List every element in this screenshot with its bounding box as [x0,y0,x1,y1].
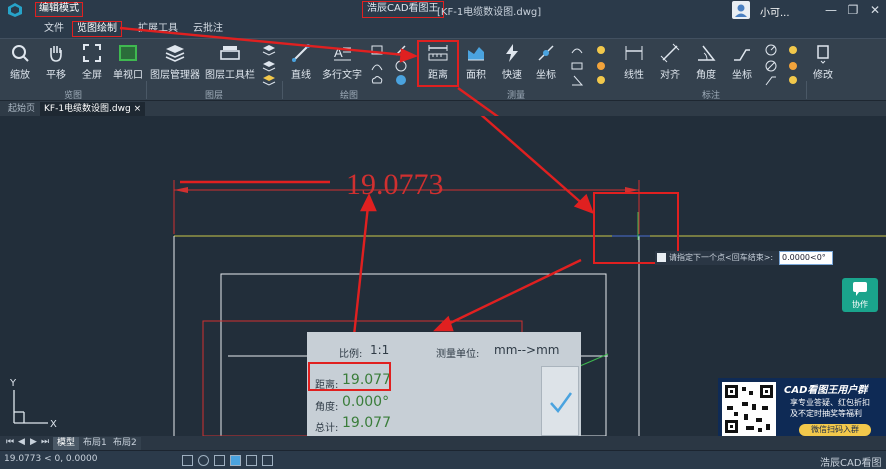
tab-layout-2[interactable]: 布局2 [109,437,141,450]
total-result-label: 总计: [315,423,339,434]
snap-icon[interactable] [198,455,209,466]
confirm-button[interactable] [541,366,579,436]
polar-icon[interactable] [230,455,241,466]
osnap-icon[interactable] [246,455,257,466]
distance-result-highlight [308,362,391,391]
annotation-arrows [180,116,595,355]
tab-layout-1[interactable]: 布局1 [79,437,111,450]
promo-title: CAD看图王用户群 [784,385,868,396]
layout-tab-bar: ⏮ ◀ ▶ ⏭ 模型 布局1 布局2 [0,436,886,450]
unit-value: mm-->mm [494,343,560,357]
unit-label: 测量单位: [436,349,480,360]
promo-line-2: 及不定时抽奖等福利 [790,409,862,418]
brand-label: 浩辰CAD看图王 [820,458,882,469]
otrack-icon[interactable] [262,455,273,466]
command-prompt: 请指定下一个点<回车结束>: [655,251,781,265]
angle-result-value: 0.000° [342,394,390,410]
chat-icon [853,282,867,296]
collaborate-label: 协作 [852,300,868,309]
dimension-text: 19.0773 [346,168,444,201]
total-result-value: 19.077 [342,415,391,431]
qr-code-icon [722,382,776,436]
prompt-icon [657,253,666,262]
checkmark-icon [550,392,573,414]
svg-text:X: X [50,419,57,430]
prev-layout-icon[interactable]: ◀ [18,437,25,447]
ucs-icon: Y X [9,378,57,430]
scale-value: 1:1 [370,343,390,357]
status-bar: 19.0773 < 0, 0.0000 浩辰CAD看图王 [0,450,886,469]
next-layout-icon[interactable]: ▶ [30,437,37,447]
ortho-icon[interactable] [214,455,225,466]
command-input[interactable]: 0.0000<0° [779,251,833,265]
coordinate-readout: 19.0773 < 0, 0.0000 [4,454,98,464]
last-layout-icon[interactable]: ⏭ [41,437,49,447]
ribbon-annotation-arrows [119,26,500,116]
angle-result-label: 角度: [315,402,339,413]
tab-model[interactable]: 模型 [53,437,80,450]
crosshair-cursor [612,212,650,240]
grid-icon[interactable] [182,455,193,466]
promo-line-1: 享专业答疑、红包折扣 [790,398,870,407]
svg-text:Y: Y [9,378,17,389]
promo-join-button[interactable]: 微信扫码入群 [799,424,871,436]
scale-label: 比例: [339,349,363,360]
first-layout-icon[interactable]: ⏮ [6,437,14,447]
